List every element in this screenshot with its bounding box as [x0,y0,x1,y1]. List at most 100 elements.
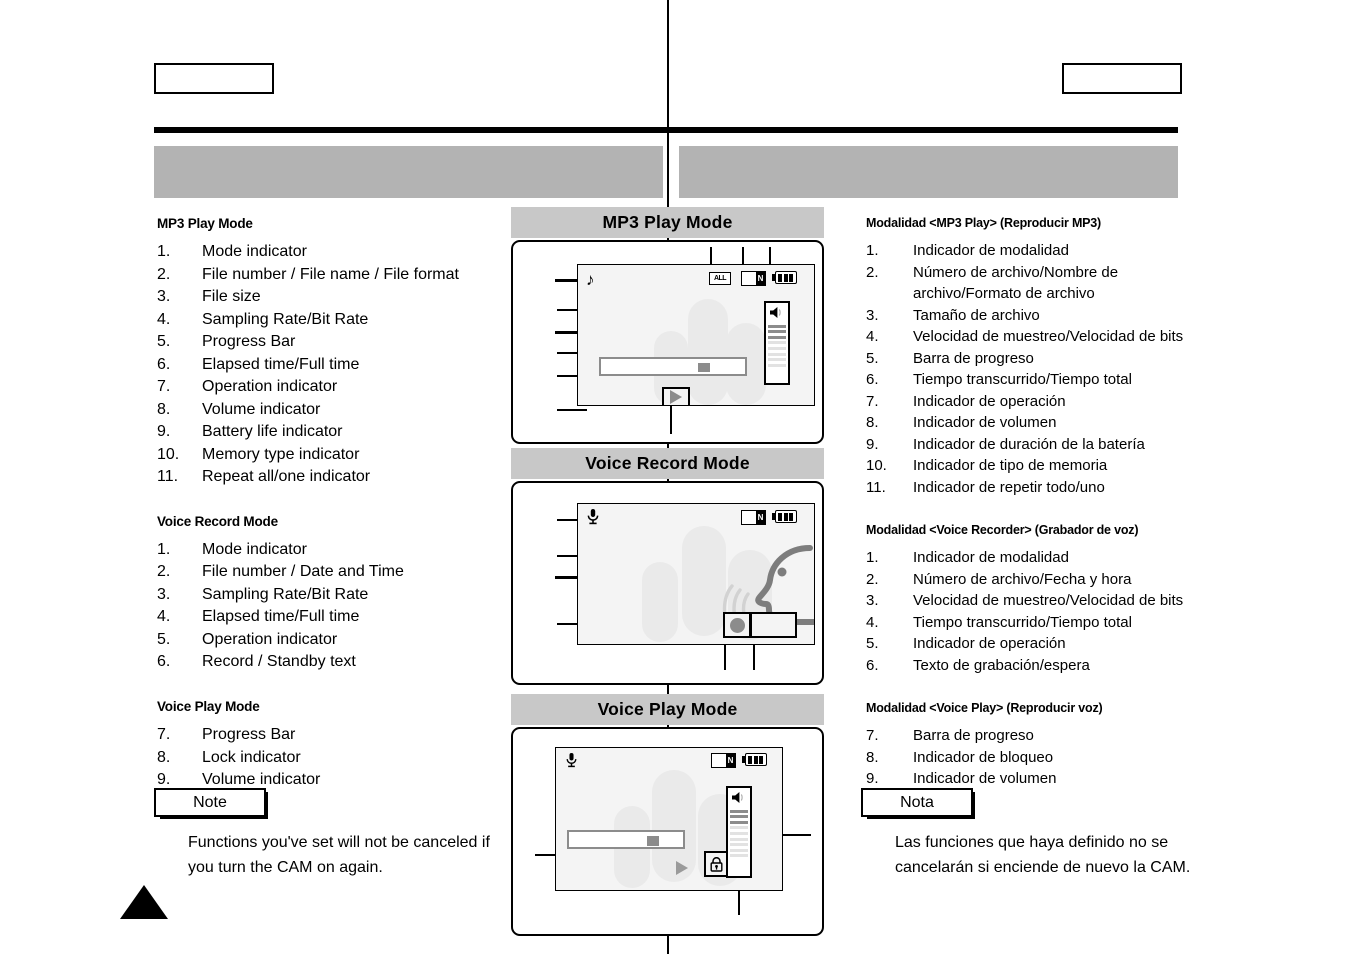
list-item: 2. File number / Date and Time [157,561,497,584]
repeat-all-icon: ALL [709,272,731,285]
list-item-label: File size [202,288,261,306]
section-title-mp3-play-mode-es: Modalidad <MP3 Play> (Reproducir MP3) [866,216,1102,230]
list-item: 7. Operation indicator [157,376,497,399]
list-item-number: 11. [157,468,179,486]
list-item-label: Volume indicator [202,400,321,418]
list-item-label: Barra de progreso [913,727,1034,744]
progress-knob[interactable] [647,835,659,846]
list-item-label: Sampling Rate/Bit Rate [202,585,369,603]
panel-title-mp3-play-mode: MP3 Play Mode [511,207,824,238]
list-item: 6. Record / Standby text [157,651,497,674]
memory-type-icon: N [741,271,766,286]
list-item-number: 3. [866,306,879,324]
list-voice-record-mode: 1. Mode indicator 2. File number / Date an… [157,539,497,674]
progress-bar[interactable] [599,357,747,376]
list-item: 9. Indicador de duración de la batería [866,434,1196,456]
memory-type-letter: N [756,511,765,524]
note-block-english: Note Functions you've set will not be ca… [154,788,494,880]
list-item-number: 7. [157,378,171,396]
list-item-label: File number / File name / File format [202,265,459,283]
list-item: 2. Número de archivo/Fecha y hora [866,569,1196,591]
list-item: 11. Indicador de repetir todo/uno [866,477,1196,499]
list-item-label: Indicador de volumen [913,770,1057,787]
lcd-screen-voice-record: N [577,503,815,645]
list-item-label: Tamaño de archivo [913,306,1040,324]
list-item: 1. Indicador de modalidad [866,547,1196,569]
leader-line-6 [753,643,755,670]
list-item-number: 9. [157,423,171,441]
note-block-spanish: Nota Las funciones que haya definido no … [861,788,1201,880]
list-item-label: Repeat all/one indicator [202,468,371,486]
list-item-label: Elapsed time/Full time [202,355,360,373]
lcd-screen-voice-play: N [555,747,783,891]
list-item-number: 2. [866,263,879,281]
list-voice-play-es: 7. Barra de progreso 8. Indicador de bloqu… [866,725,1196,790]
list-item-label: Número de archivo/Nombre de archivo/Form… [913,263,1119,303]
progress-knob[interactable] [698,362,710,372]
list-item: 5. Indicador de operación [866,633,1196,655]
list-item-label: File number / Date and Time [202,563,404,581]
list-item-label: Velocidad de muestreo/Velocidad de bits [913,592,1184,609]
list-item: 4. Velocidad de muestreo/Velocidad de bit… [866,326,1196,348]
section-title-voice-recorder-es: Modalidad <Voice Recorder> (Grabador de … [866,523,1139,537]
list-item-label: Mode indicator [202,540,307,558]
list-item-number: 8. [157,400,171,418]
list-item-label: Record / Standby text [202,653,356,671]
list-voice-play-mode: 7. Progress Bar 8. Lock indicator 9. Volume… [157,724,497,792]
leader-line-6 [557,409,587,411]
play-icon [676,861,688,875]
list-item-label: Lock indicator [202,748,301,766]
list-item-label: Indicador de modalidad [913,549,1069,566]
list-item-number: 11. [866,478,886,496]
list-item-number: 4. [866,328,879,345]
list-item: 8. Lock indicator [157,747,497,770]
list-item: 5. Progress Bar [157,331,497,354]
header-rule [154,127,1178,133]
triangle-marker-icon [120,885,168,919]
memory-type-letter: N [756,272,765,285]
progress-bar[interactable] [567,830,685,849]
speaker-icon [731,791,747,804]
header-box-right [1062,63,1182,94]
memory-type-icon: N [741,510,766,525]
list-item: 6. Elapsed time/Full time [157,354,497,377]
list-item: 9. Indicador de volumen [866,768,1196,790]
list-item-number: 3. [157,585,171,603]
section-title-voice-play-mode: Voice Play Mode [157,698,260,714]
list-item: 3. Sampling Rate/Bit Rate [157,584,497,607]
section-heading-bar-left [154,146,663,198]
panel-title-voice-play-mode: Voice Play Mode [511,694,824,725]
list-item-label: Número de archivo/Fecha y hora [913,570,1132,588]
section-heading-bar-right [679,146,1178,198]
list-item-number: 1. [157,540,171,558]
list-item: 1. Mode indicator [157,241,497,264]
list-item: 4. Sampling Rate/Bit Rate [157,309,497,332]
list-item-number: 4. [157,310,171,328]
list-item-number: 2. [157,265,171,283]
spanish-content-column: Modalidad <MP3 Play> (Reproducir MP3) 1.… [866,216,1196,790]
list-item-number: 4. [866,613,879,631]
list-item: 8. Indicador de volumen [866,412,1196,434]
play-icon [670,390,682,404]
list-item-number: 10. [157,445,180,463]
list-item-label: Tiempo transcurrido/Tiempo total [913,371,1132,388]
note-text: Functions you've set will not be cancele… [188,834,490,876]
list-item: 10. Indicador de tipo de memoria [866,455,1196,477]
list-mp3-play-mode: 1. Mode indicator 2. File number / File na… [157,241,497,489]
list-item-number: 10. [866,457,887,474]
list-item: 4. Elapsed time/Full time [157,606,497,629]
list-item-label: Indicador de bloqueo [913,748,1054,766]
list-item: 1. Mode indicator [157,539,497,562]
list-item-number: 6. [866,371,879,388]
operation-indicator-record [723,612,751,638]
microphone-icon [566,753,577,768]
list-item-number: 3. [157,288,171,306]
music-note-icon: ♪ [586,270,595,289]
note-badge: Note [154,788,268,819]
list-item-label: Progress Bar [202,726,296,744]
list-item-number: 7. [157,726,171,744]
list-item-number: 7. [866,392,879,410]
list-item-number: 6. [157,653,171,671]
list-item-label: Indicador de operación [913,635,1066,652]
panel-mp3-play-mode: ♪ ALL N [511,240,824,444]
